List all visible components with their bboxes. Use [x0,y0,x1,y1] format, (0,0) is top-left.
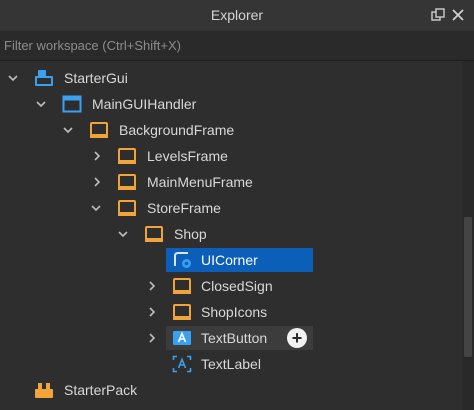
chevron-down-icon[interactable] [117,228,129,240]
tree-item-label: ShopIcons [201,304,268,320]
tree-item-maingui-handler[interactable]: MainGUIHandler [0,92,462,116]
tree-item-label: MainMenuFrame [147,174,253,190]
tree-item-uicorner[interactable]: UICorner [0,248,462,272]
frame-icon [173,278,191,294]
chevron-right-icon[interactable] [146,280,158,292]
filter-bar [0,31,474,61]
tree-item-label: TextButton [201,330,268,346]
frame-icon [173,304,191,320]
tree-item-label: StarterPack [64,382,138,398]
chevron-right-icon[interactable] [91,150,103,162]
tree-item-label: MainGUIHandler [92,96,197,112]
frame-icon [118,174,136,190]
chevron-down-icon[interactable] [90,202,102,214]
starter-pack-icon [35,383,53,398]
frame-icon [145,226,163,242]
explorer-titlebar: Explorer [0,0,474,31]
chevron-right-icon[interactable] [146,332,158,344]
chevron-right-icon[interactable] [146,306,158,318]
tree-item-startergui[interactable]: StarterGui [0,66,462,90]
screen-gui-icon [62,95,82,113]
tree-item-closedsign[interactable]: ClosedSign [0,274,462,298]
close-icon[interactable] [451,8,465,22]
scrollbar-thumb[interactable] [464,217,472,357]
add-object-icon[interactable]: + [287,328,307,348]
tree-item-label: LevelsFrame [147,148,228,164]
tree-item-levelsframe[interactable]: LevelsFrame [0,144,462,168]
tree-item-label: BackgroundFrame [119,122,235,138]
tree-item-label: UICorner [201,252,258,268]
explorer-tree: StarterGui MainGUIHandler BackgroundFram… [0,61,462,410]
window-title: Explorer [210,7,264,23]
tree-item-label: Shop [174,226,207,242]
chevron-down-icon[interactable] [35,98,47,110]
tree-item-label: TextLabel [201,356,261,372]
tree-item-label: StoreFrame [147,200,221,216]
frame-icon [118,200,136,216]
tree-item-storeframe[interactable]: StoreFrame [0,196,462,220]
tree-item-label: StarterGui [64,70,128,86]
text-button-icon [173,331,191,345]
chevron-right-icon[interactable] [91,176,103,188]
frame-icon [90,122,108,138]
frame-icon [118,148,136,164]
tree-item-shop[interactable]: Shop [0,222,462,246]
text-label-icon [172,355,192,373]
tree-item-label: ClosedSign [201,278,273,294]
scrollbar-track[interactable] [462,61,474,410]
tree-item-shopicons[interactable]: ShopIcons [0,300,462,324]
tree-item-backgroundframe[interactable]: BackgroundFrame [0,118,462,142]
filter-workspace-input[interactable] [0,31,474,60]
chevron-down-icon[interactable] [7,72,19,84]
chevron-down-icon[interactable] [62,124,74,136]
ui-corner-icon [174,252,191,268]
tree-item-starterpack[interactable]: StarterPack [0,378,462,402]
tree-item-textbutton[interactable]: TextButton + [0,326,462,350]
starter-gui-icon [35,70,53,86]
tree-item-mainmenuframe[interactable]: MainMenuFrame [0,170,462,194]
tree-item-textlabel[interactable]: TextLabel [0,352,462,376]
float-window-icon[interactable] [431,8,445,22]
